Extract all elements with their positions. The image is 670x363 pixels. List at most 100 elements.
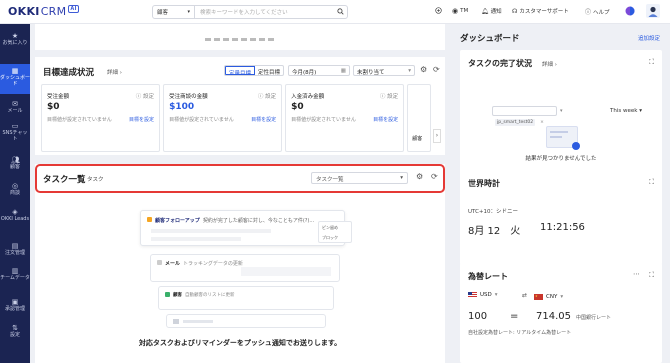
order-icon: ▤ [11, 242, 19, 250]
to-currency-select[interactable]: ★ CNY ▾ [534, 292, 574, 302]
empty-state-text: 結果が見つかりませんでした [525, 156, 597, 162]
goal-cards-row: 受注金額 ⓘ 設定 $0 目標値が設定されていません 目標を設定 受注商談の金額… [41, 84, 432, 152]
app-logo[interactable]: OKKI CRM AI [8, 5, 79, 18]
clock-time: 11:21:56 [540, 222, 585, 233]
mail-icon [157, 260, 162, 265]
sidebar-item-sns[interactable]: ▭ SNSチャット [0, 122, 30, 142]
set-goal-link[interactable]: 目標を設定 [251, 116, 276, 123]
goal-setting-link[interactable]: ⓘ 設定 [380, 92, 398, 100]
support-button[interactable]: ☊ カスタマーサポート [512, 7, 569, 16]
search-icon[interactable] [333, 7, 347, 17]
goals-card: 目標達成状況 詳細 › 定量目標 定性目標 今月(8月) ▦ 未割り当て ▾ ⚙ ⟳… [35, 57, 445, 155]
expand-icon[interactable]: ⛶ [649, 178, 654, 187]
notification-button[interactable]: 🔔︎ 通知 [481, 7, 502, 16]
clock-date: 8月 12 火 [468, 226, 521, 237]
illus-followup-desc: 契約が完了した顧客に対し、今なこともア件(?)... [202, 218, 315, 224]
goal-setting-link[interactable]: ⓘ 設定 [258, 92, 276, 100]
rate-note: 自社設定為替レート: リアルタイム為替レート [468, 330, 572, 336]
goal-card-value: $0 [291, 102, 304, 112]
dashboard-panel: ダッシュボード 追加設定 タスクの完了状況 詳細 › ⛶ jp_smart_te… [452, 24, 670, 363]
illus-card-faded [166, 314, 326, 328]
equals-sign: = [510, 311, 519, 322]
illus-mail-desc: トラッキングデータの更新 [183, 261, 243, 267]
illus-followup-title: 顧客フォローアップ [155, 218, 200, 224]
goals-title: 目標達成状況 [43, 68, 95, 78]
goal-card: 入金済み金額 ⓘ 設定 $0 目標値が設定されていません 目標を設定 [285, 84, 405, 152]
sidebar-item-mail[interactable]: ✉ メール [0, 100, 30, 115]
chevron-down-icon: ▾ [187, 9, 190, 15]
search-scope-select[interactable]: 顧客 ▾ [153, 6, 195, 18]
settings-icon: ⇅ [12, 324, 18, 332]
sidebar: ★ お気に入り ▦ ダッシュボード ✉ メール ▭ SNSチャット 👥︎ 顧客 ◎ 商談 ◈… [0, 24, 30, 363]
task-list-title: タスク一覧 [43, 175, 86, 185]
mail-icon: ✉ [12, 100, 18, 108]
sidebar-item-deals[interactable]: ◎ 商談 [0, 182, 30, 197]
tm-icon: ◉ [452, 7, 459, 15]
tm-button[interactable]: ◉ TM [452, 7, 468, 15]
assignee-select[interactable]: 未割り当て ▾ [353, 65, 415, 76]
goal-card-value: $100 [169, 102, 195, 112]
more-icon[interactable]: ⋯ [633, 270, 640, 278]
illus-card-followup: 顧客フォローアップ 契約が完了した顧客に対し、今なこともア件(?)... ピン留… [140, 210, 352, 246]
add-widget-link[interactable]: 追加設定 [638, 34, 660, 42]
scroll-right-button[interactable]: › [433, 129, 441, 143]
task-list-select[interactable]: タスク一覧 ▾ [311, 172, 408, 184]
tab-fixed-goal[interactable]: 定量目標 [225, 66, 256, 75]
gear-icon[interactable]: ⚙ [420, 65, 427, 74]
set-goal-link[interactable]: 目標を設定 [129, 116, 154, 123]
sidebar-item-leads[interactable]: ◈ OKKI Leads [0, 208, 30, 223]
task-illustration: 顧客フォローアップ 契約が完了した顧客に対し、今なこともア件(?)... ピン留… [140, 210, 352, 328]
task-cta-text: 対応タスクおよびリマインダーをプッシュ通知でお送りします。 [138, 339, 342, 347]
deal-icon: ◎ [11, 182, 19, 190]
amount-input[interactable]: 100 [468, 311, 487, 322]
sidebar-item-settings[interactable]: ⇅ 設定 [0, 324, 30, 339]
user-filter[interactable]: jp_smart_test02 × [492, 106, 557, 126]
goal-card-note: 目標値が設定されていません [169, 117, 234, 123]
converted-amount: 714.05 [536, 311, 571, 322]
goal-card-note: 目標値が設定されていません [47, 117, 112, 123]
customer-icon [165, 292, 170, 297]
user-avatar[interactable] [646, 4, 660, 18]
sidebar-item-approvals[interactable]: ▣ 承認管理 [0, 298, 30, 313]
expand-icon[interactable]: ⛶ [649, 271, 654, 280]
expand-icon[interactable]: ⛶ [649, 58, 654, 67]
help-button[interactable]: ⓘ ヘルプ [585, 7, 610, 16]
goal-card-title: 受注商談の金額 [169, 94, 208, 100]
period-select[interactable]: 今月(8月) ▦ [288, 65, 350, 76]
goal-setting-link[interactable]: ⓘ 設定 [136, 92, 154, 100]
goals-detail-link[interactable]: 詳細 › [107, 68, 122, 76]
chart-icon: ▥ [11, 267, 19, 275]
exchange-rate-widget: 為替レート ⋯ ⛶ USD ▾ ⇄ ★ CNY ▾ 100 = 714.05 中国銀… [460, 263, 662, 363]
tab-qualitative-goal[interactable]: 定性目標 [255, 66, 283, 75]
goal-card-value: $0 [47, 102, 60, 112]
headset-icon: ☊ [512, 7, 518, 15]
search-input[interactable]: 検索キーワードを入力してください [195, 8, 333, 16]
goal-card-partial: 顧客 [407, 84, 432, 152]
previous-card [35, 24, 445, 50]
task-list-card: タスク一覧 タスク タスク一覧 ▾ ⚙ ⟳ 顧客フォローアップ 契約が完了した顧客… [35, 164, 445, 363]
refresh-icon[interactable]: ⟳ [431, 172, 438, 181]
chat-icon: ▭ [11, 122, 19, 130]
sidebar-item-dashboard[interactable]: ▦ ダッシュボード [0, 64, 30, 94]
goal-card: 受注商談の金額 ⓘ 設定 $100 目標値が設定されていません 目標を設定 [163, 84, 283, 152]
period-select[interactable]: This week ▾ [610, 108, 642, 114]
goal-type-tabs: 定量目標 定性目標 [224, 65, 285, 76]
set-goal-link[interactable]: 目標を設定 [373, 116, 398, 123]
add-icon[interactable] [435, 7, 442, 14]
sidebar-item-team-data[interactable]: ▥ チームデータ [0, 267, 30, 282]
refresh-icon[interactable]: ⟳ [433, 65, 440, 74]
theme-icon[interactable] [625, 6, 635, 16]
from-currency-select[interactable]: USD ▾ [468, 292, 498, 298]
task-list-subtitle: タスク [87, 177, 104, 183]
sidebar-item-customers[interactable]: 👥︎ 顧客 [0, 156, 30, 171]
gear-icon[interactable]: ⚙ [416, 172, 423, 181]
main-content: 目標達成状況 詳細 › 定量目標 定性目標 今月(8月) ▦ 未割り当て ▾ ⚙ ⟳… [30, 24, 452, 363]
chevron-down-icon[interactable]: ▾ [560, 108, 563, 114]
timezone-label: UTC+10：シドニー [468, 209, 519, 215]
task-status-detail-link[interactable]: 詳細 › [542, 60, 557, 68]
task-status-title: タスクの完了状況 [468, 59, 532, 68]
swap-icon[interactable]: ⇄ [522, 292, 527, 299]
sidebar-item-favorites[interactable]: ★ お気に入り [0, 32, 30, 47]
sidebar-item-orders[interactable]: ▤ 注文管理 [0, 242, 30, 257]
chevron-down-icon: ▾ [408, 68, 411, 74]
